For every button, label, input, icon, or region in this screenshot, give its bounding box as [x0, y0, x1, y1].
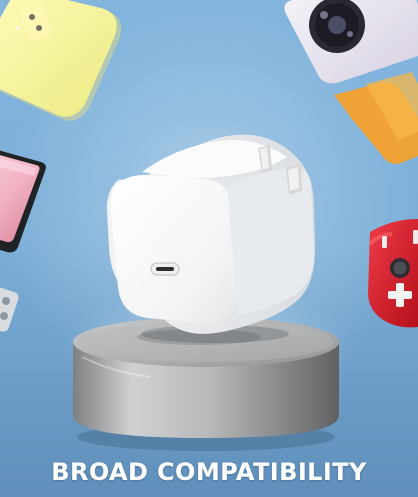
- product-illustration: [0, 0, 418, 451]
- caption-title: BROAD COMPATIBILITY: [51, 458, 367, 486]
- tablet-device: [0, 150, 46, 253]
- yellow-phone: [0, 0, 122, 121]
- red-game-controller: [368, 219, 418, 328]
- product-banner: BROAD COMPATIBILITY: [0, 0, 418, 497]
- side-device-camera: [0, 287, 19, 332]
- usb-c-charger: [106, 134, 316, 334]
- camera-phone: [284, 0, 418, 164]
